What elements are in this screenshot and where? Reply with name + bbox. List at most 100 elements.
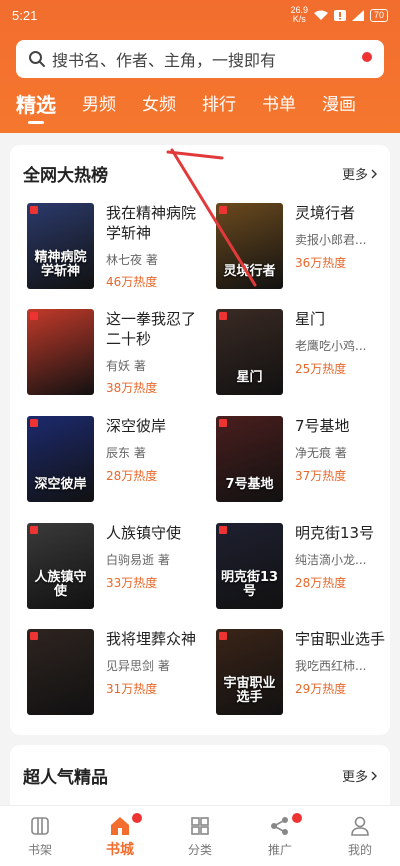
cover-badge: [30, 632, 38, 640]
tab-male[interactable]: 男频: [82, 92, 116, 118]
hot-ranking-title: 全网大热榜: [23, 166, 108, 186]
cover-title-art: 明克街13号: [220, 570, 279, 599]
tab-female[interactable]: 女频: [142, 92, 176, 118]
tabbar-label: 书城: [106, 842, 134, 858]
cover-badge: [30, 312, 38, 320]
book-title[interactable]: 人族镇守使: [106, 523, 198, 543]
book-title[interactable]: 星门: [295, 309, 387, 329]
book-author: 有妖 著: [106, 359, 146, 373]
search-icon: [29, 51, 45, 67]
status-bar: 5:21 26.9 K/s 70: [0, 0, 400, 30]
cover-badge: [219, 419, 227, 427]
book-heat: 31万热度: [106, 682, 158, 696]
book-author: 见异思剑 著: [106, 659, 170, 673]
hot-ranking-more-link[interactable]: 更多: [342, 164, 378, 183]
book-author: 辰东 著: [106, 446, 146, 460]
book-item[interactable]: 灵境行者 灵境行者 卖报小郎君... 36万热度: [216, 203, 391, 293]
book-author: 林七夜 著: [106, 253, 158, 267]
tab-booklist[interactable]: 书单: [262, 92, 296, 118]
wifi-icon: [313, 10, 328, 20]
cover-badge: [219, 312, 227, 320]
category-tabs: 精选 男频 女频 排行 书单 漫画: [16, 92, 382, 124]
tabbar-profile[interactable]: 我的: [320, 806, 400, 866]
book-title[interactable]: 宇宙职业选手: [295, 629, 387, 649]
book-author: 卖报小郎君...: [295, 233, 367, 247]
book-heat: 37万热度: [295, 469, 347, 483]
book-author: 我吃西红柿...: [295, 659, 367, 673]
status-time: 5:21: [12, 7, 38, 23]
more-label: 更多: [341, 770, 368, 785]
tabbar-label: 书架: [27, 843, 52, 857]
tab-comics[interactable]: 漫画: [322, 92, 356, 118]
more-label: 更多: [341, 168, 368, 183]
book-item[interactable]: 星门 星门 老鹰吃小鸡... 25万热度: [216, 309, 391, 399]
book-item[interactable]: 宇宙职业选手 宇宙职业选手 我吃西红柿... 29万热度: [216, 629, 391, 719]
book-heat: 28万热度: [295, 576, 347, 590]
book-heat: 25万热度: [295, 362, 347, 376]
book-cover[interactable]: 星门: [216, 309, 283, 395]
network-speed: 26.9 K/s: [290, 6, 308, 24]
tabbar-label: 我的: [347, 843, 372, 857]
book-title[interactable]: 我在精神病院学斩神: [106, 203, 198, 243]
book-cover[interactable]: 宇宙职业选手: [216, 629, 283, 715]
tabbar-promote[interactable]: 推广: [240, 806, 320, 866]
book-item[interactable]: 人族镇守使 人族镇守使 白驹易逝 著 33万热度: [27, 523, 202, 613]
home-icon: [111, 817, 129, 835]
book-cover[interactable]: 深空彼岸: [27, 416, 94, 502]
book-cover[interactable]: 7号基地: [216, 416, 283, 502]
cover-badge: [30, 206, 38, 214]
book-title[interactable]: 7号基地: [295, 416, 387, 436]
book-cover[interactable]: [27, 629, 94, 715]
book-author: 净无痕 著: [295, 446, 347, 460]
bottom-tab-bar: 书架 书城 分类 推广 我的: [0, 805, 400, 866]
book-title[interactable]: 我将埋葬众神: [106, 629, 198, 649]
cover-title-art: 7号基地: [225, 477, 274, 492]
chevron-right-icon: [371, 169, 377, 178]
battery-indicator: 70: [369, 8, 388, 22]
book-title[interactable]: 深空彼岸: [106, 416, 198, 436]
signal-alert-icon: [333, 9, 346, 21]
bookstore-badge: [132, 813, 142, 823]
popular-title: 超人气精品: [23, 768, 108, 788]
book-title[interactable]: 明克街13号: [295, 523, 387, 543]
status-indicators: 26.9 K/s 70: [290, 6, 388, 24]
network-speed-unit: K/s: [292, 14, 306, 24]
book-title[interactable]: 这一拳我忍了二十秒: [106, 309, 198, 349]
book-cover[interactable]: 明克街13号: [216, 523, 283, 609]
cover-title-art: 人族镇守使: [34, 570, 87, 599]
tab-ranking[interactable]: 排行: [202, 92, 236, 118]
search-input[interactable]: 搜书名、作者、主角，一搜即有: [52, 47, 276, 71]
book-heat: 46万热度: [106, 275, 158, 289]
profile-icon: [351, 816, 369, 836]
book-cover[interactable]: 人族镇守使: [27, 523, 94, 609]
book-item[interactable]: 深空彼岸 深空彼岸 辰东 著 28万热度: [27, 416, 202, 506]
cover-badge: [30, 419, 38, 427]
search-notification-dot: [362, 52, 372, 62]
book-item[interactable]: 精神病院学斩神 我在精神病院学斩神林七夜 著 46万热度: [27, 203, 202, 293]
tab-featured[interactable]: 精选: [16, 92, 56, 124]
book-author: 老鹰吃小鸡...: [295, 339, 367, 353]
book-title[interactable]: 灵境行者: [295, 203, 387, 223]
tabbar-bookshelf[interactable]: 书架: [0, 806, 80, 866]
popular-header: 超人气精品 更多: [23, 763, 378, 788]
book-cover[interactable]: 灵境行者: [216, 203, 283, 289]
search-bar[interactable]: 搜书名、作者、主角，一搜即有: [16, 40, 384, 78]
book-item[interactable]: 我将埋葬众神见异思剑 著 31万热度: [27, 629, 202, 719]
cover-title-art: 灵境行者: [223, 264, 276, 279]
tabbar-category[interactable]: 分类: [160, 806, 240, 866]
cover-title-art: 星门: [236, 370, 263, 385]
book-heat: 28万热度: [106, 469, 158, 483]
book-cover[interactable]: [27, 309, 94, 395]
book-item[interactable]: 7号基地 7号基地 净无痕 著 37万热度: [216, 416, 391, 506]
tabbar-bookstore[interactable]: 书城: [80, 806, 160, 866]
book-item[interactable]: 明克街13号 明克街13号 纯洁滴小龙... 28万热度: [216, 523, 391, 613]
tabbar-label: 分类: [187, 843, 212, 857]
cover-badge: [219, 632, 227, 640]
cover-title-art: 宇宙职业选手: [223, 676, 276, 705]
tabbar-label: 推广: [267, 843, 292, 857]
book-item[interactable]: 这一拳我忍了二十秒 有妖 著 38万热度: [27, 309, 202, 399]
popular-more-link[interactable]: 更多: [342, 766, 378, 785]
book-cover[interactable]: 精神病院学斩神: [27, 203, 94, 289]
cover-title-art: 精神病院学斩神: [34, 250, 87, 279]
book-heat: 29万热度: [295, 682, 347, 696]
